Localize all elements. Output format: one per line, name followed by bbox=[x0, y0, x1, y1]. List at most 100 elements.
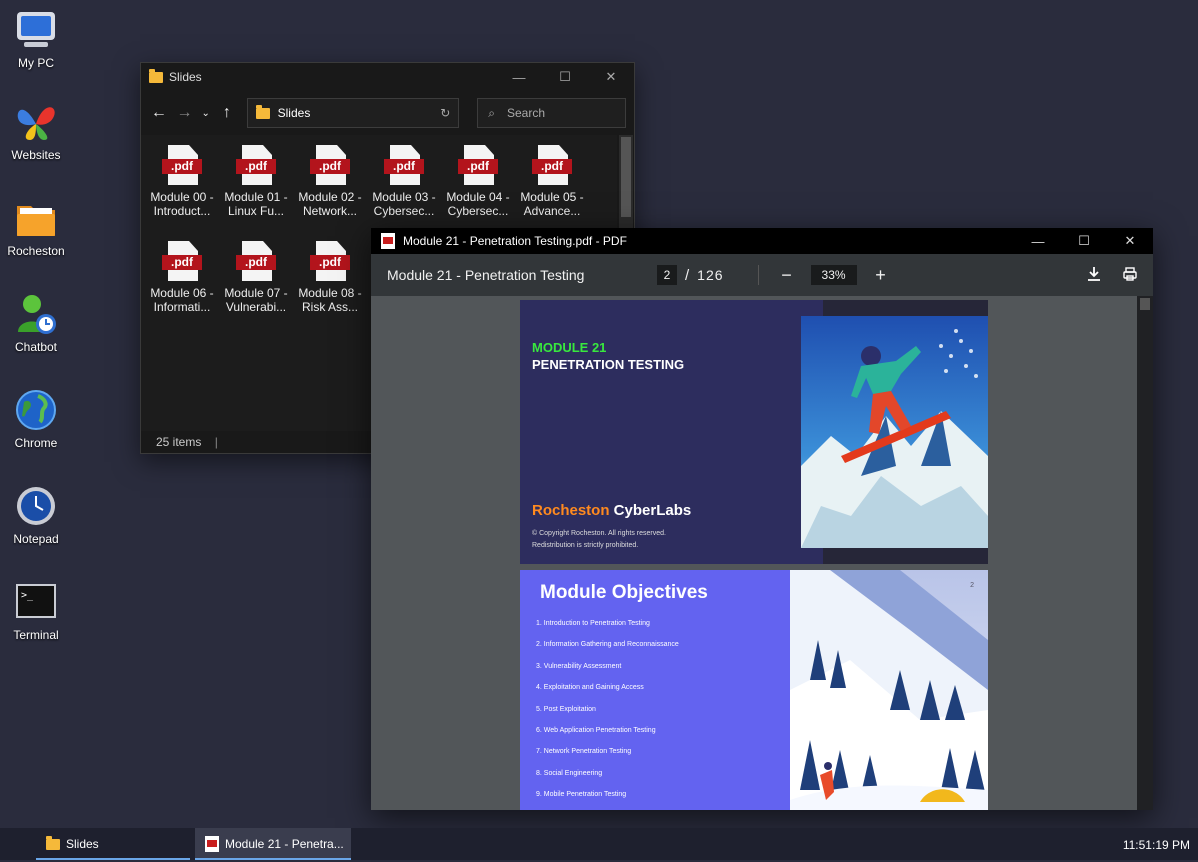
file-name-line-2: Introduct... bbox=[153, 204, 211, 218]
file-name-line-1: Module 07 - bbox=[224, 286, 288, 300]
taskbar-item-label: Slides bbox=[66, 837, 99, 851]
objective-item: 4. Exploitation and Gaining Access bbox=[536, 684, 644, 692]
taskbar: Slides Module 21 - Penetra... 11:51:19 P… bbox=[0, 828, 1198, 860]
terminal-icon: >_ bbox=[14, 580, 58, 624]
folder-icon bbox=[14, 196, 58, 240]
minimize-button[interactable]: — bbox=[1015, 228, 1061, 254]
chevron-down-icon[interactable]: ⌄ bbox=[200, 108, 211, 119]
pdf-file-icon: .pdf bbox=[458, 145, 498, 185]
folder-icon bbox=[149, 68, 163, 83]
zoom-in-button[interactable]: + bbox=[871, 265, 891, 286]
forward-arrow-icon[interactable]: → bbox=[175, 104, 195, 122]
folder-icon bbox=[46, 835, 60, 850]
pdf-page-1: MODULE 21 PENETRATION TESTING Rocheston … bbox=[520, 300, 988, 564]
file-name-line-1: Module 04 - bbox=[446, 190, 510, 204]
pdf-viewer-window: Module 21 - Penetration Testing.pdf - PD… bbox=[371, 228, 1153, 810]
address-text: Slides bbox=[277, 106, 311, 120]
file-name-line-1: Module 01 - bbox=[224, 190, 288, 204]
pdf-file-icon: .pdf bbox=[310, 241, 350, 281]
pdf-page-area[interactable]: MODULE 21 PENETRATION TESTING Rocheston … bbox=[371, 296, 1137, 810]
desktop-icon-label: Notepad bbox=[13, 532, 59, 546]
close-button[interactable]: ✕ bbox=[588, 63, 634, 91]
print-icon[interactable] bbox=[1123, 266, 1137, 285]
file-item[interactable]: .pdf Module 00 - Introduct... bbox=[145, 145, 219, 218]
minimize-button[interactable]: — bbox=[496, 63, 542, 91]
document-title: Module 21 - Penetration Testing bbox=[387, 267, 585, 283]
window-title: Slides bbox=[169, 70, 202, 84]
butterfly-icon bbox=[14, 100, 58, 144]
objective-item: 6. Web Application Penetration Testing bbox=[536, 726, 656, 734]
page-number-input[interactable]: 2 bbox=[657, 265, 677, 285]
desktop-icon-chatbot[interactable]: Chatbot bbox=[0, 292, 72, 354]
pdf-file-icon: .pdf bbox=[236, 241, 276, 281]
file-name-line-2: Cybersec... bbox=[447, 204, 509, 218]
objective-item: 3. Vulnerability Assessment bbox=[536, 662, 622, 670]
refresh-icon[interactable]: ↻ bbox=[440, 106, 450, 120]
pdf-titlebar[interactable]: Module 21 - Penetration Testing.pdf - PD… bbox=[371, 228, 1153, 254]
desktop-icon-notepad[interactable]: Notepad bbox=[0, 484, 72, 546]
desktop-icon-my-pc[interactable]: My PC bbox=[0, 8, 72, 70]
close-button[interactable]: ✕ bbox=[1107, 228, 1153, 254]
pdf-scrollbar[interactable] bbox=[1137, 296, 1153, 810]
file-name-line-1: Module 08 - bbox=[298, 286, 362, 300]
file-item[interactable]: .pdf Module 02 - Network... bbox=[293, 145, 367, 218]
monitor-icon bbox=[14, 8, 58, 52]
file-name-line-2: Linux Fu... bbox=[227, 204, 285, 218]
file-item[interactable]: .pdf Module 03 - Cybersec... bbox=[367, 145, 441, 218]
desktop-icon-label: My PC bbox=[18, 56, 54, 70]
desktop-icon-label: Terminal bbox=[13, 628, 59, 642]
file-item[interactable]: .pdf Module 07 - Vulnerabi... bbox=[219, 241, 293, 314]
system-clock: 11:51:19 PM bbox=[1122, 838, 1190, 852]
download-icon[interactable] bbox=[1087, 266, 1101, 285]
address-bar[interactable]: Slides ↻ bbox=[246, 98, 460, 128]
file-item[interactable]: .pdf Module 06 - Informati... bbox=[145, 241, 219, 314]
window-title: Module 21 - Penetration Testing.pdf - PD… bbox=[403, 234, 627, 248]
desktop-icon-label: Chrome bbox=[14, 436, 58, 450]
up-arrow-icon[interactable]: ↑ bbox=[217, 104, 237, 122]
pdf-file-icon: .pdf bbox=[236, 145, 276, 185]
taskbar-item-pdf[interactable]: Module 21 - Penetra... bbox=[195, 828, 351, 860]
desktop-icon-websites[interactable]: Websites bbox=[0, 100, 72, 162]
file-name-line-1: Module 00 - bbox=[150, 190, 214, 204]
file-name-line-2: Network... bbox=[302, 204, 357, 218]
explorer-titlebar[interactable]: Slides — ☐ ✕ bbox=[141, 63, 634, 91]
file-item[interactable]: .pdf Module 05 - Advance... bbox=[515, 145, 589, 218]
file-name-line-2: Vulnerabi... bbox=[225, 300, 287, 314]
desktop-icon-chrome[interactable]: Chrome bbox=[0, 388, 72, 450]
zoom-level[interactable]: 33% bbox=[810, 265, 857, 285]
clock-icon bbox=[14, 484, 58, 528]
file-name-line-2: Advance... bbox=[523, 204, 581, 218]
file-name-line-1: Module 05 - bbox=[520, 190, 584, 204]
pdf-file-icon: .pdf bbox=[532, 145, 572, 185]
file-item[interactable]: .pdf Module 04 - Cybersec... bbox=[441, 145, 515, 218]
objective-item: 9. Mobile Penetration Testing bbox=[536, 791, 627, 799]
folder-icon bbox=[255, 104, 270, 119]
file-name-line-2: Risk Ass... bbox=[301, 300, 358, 314]
copyright-text: © Copyright Rocheston. All rights reserv… bbox=[532, 530, 666, 549]
maximize-button[interactable]: ☐ bbox=[542, 63, 588, 91]
brand-logo-text: Rocheston CyberLabs bbox=[532, 502, 692, 519]
file-item[interactable]: .pdf Module 01 - Linux Fu... bbox=[219, 145, 293, 218]
file-item[interactable]: .pdf Module 08 - Risk Ass... bbox=[293, 241, 367, 314]
maximize-button[interactable]: ☐ bbox=[1061, 228, 1107, 254]
desktop-icon-terminal[interactable]: >_ Terminal bbox=[0, 580, 72, 642]
pdf-file-icon bbox=[205, 836, 219, 852]
zoom-out-button[interactable]: − bbox=[777, 265, 797, 286]
pdf-file-icon: .pdf bbox=[162, 145, 202, 185]
mountain-illustration: 2 bbox=[790, 570, 988, 810]
item-count: 25 items bbox=[156, 435, 202, 449]
snowboarder-illustration bbox=[801, 316, 988, 548]
globe-icon bbox=[14, 388, 58, 432]
objective-item: 1. Introduction to Penetration Testing bbox=[536, 620, 650, 627]
desktop-icon-rocheston[interactable]: Rocheston bbox=[0, 196, 72, 258]
back-arrow-icon[interactable]: ← bbox=[149, 104, 169, 122]
toolbar-divider bbox=[757, 265, 759, 285]
file-name-line-1: Module 06 - bbox=[150, 286, 214, 300]
search-box[interactable]: ⌕ Search bbox=[477, 98, 627, 128]
objective-item: 5. Post Exploitation bbox=[536, 705, 596, 713]
taskbar-item-slides[interactable]: Slides bbox=[36, 828, 190, 860]
objective-item: 2. Information Gathering and Reconnaissa… bbox=[536, 641, 679, 649]
pdf-file-icon bbox=[381, 233, 395, 249]
search-placeholder: Search bbox=[506, 106, 546, 120]
slide-module-number: MODULE 21 bbox=[532, 340, 607, 355]
